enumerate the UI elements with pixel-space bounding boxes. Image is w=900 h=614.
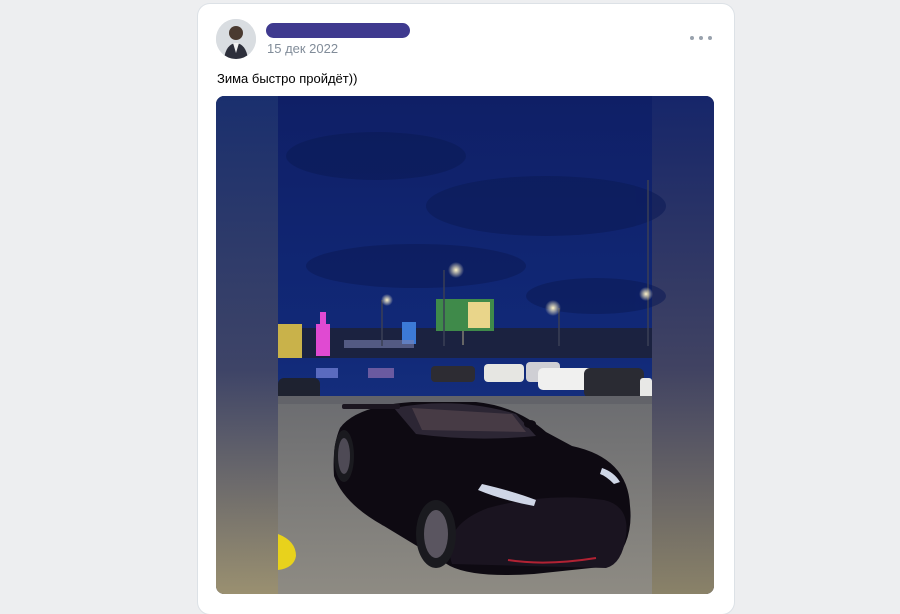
post-card: 15 дек 2022 Зима быстро пройдёт)) — [198, 4, 734, 614]
more-options-button[interactable] — [690, 31, 712, 45]
more-horizontal-icon — [690, 36, 694, 40]
post-text: Зима быстро пройдёт)) — [217, 71, 358, 86]
more-horizontal-icon — [699, 36, 703, 40]
author-name-redacted[interactable] — [266, 23, 410, 38]
more-horizontal-icon — [708, 36, 712, 40]
post-date[interactable]: 15 дек 2022 — [267, 41, 338, 56]
author-avatar[interactable] — [216, 19, 256, 59]
post-photo[interactable] — [216, 96, 714, 594]
